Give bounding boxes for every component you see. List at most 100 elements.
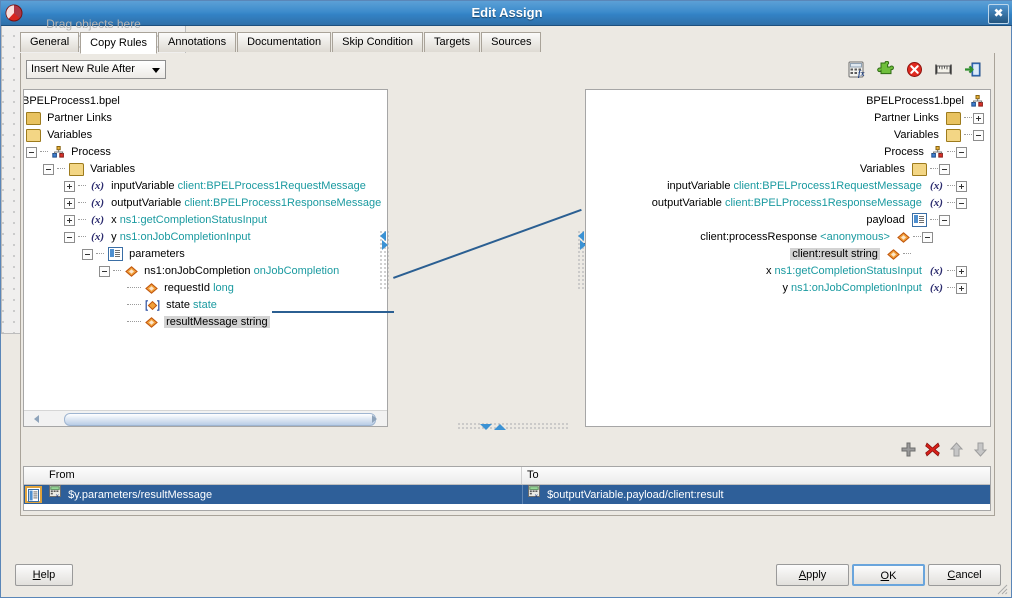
collapse-toggle-icon[interactable] xyxy=(64,231,75,243)
element-icon xyxy=(125,265,138,277)
tree-node-label: x xyxy=(111,214,117,226)
expression-builder-icon[interactable]: fx xyxy=(847,61,866,78)
tree-node-label: Process xyxy=(884,146,924,158)
expand-toggle-icon[interactable] xyxy=(64,197,75,209)
folder-open-icon xyxy=(945,128,961,142)
insert-rule-mode-label: Insert New Rule After xyxy=(31,63,135,75)
tab-targets[interactable]: Targets xyxy=(424,32,481,52)
tree-node-label: BPELProcess1.bpel xyxy=(23,95,120,107)
scrollbar-thumb[interactable] xyxy=(64,413,376,426)
variable-icon: (x) xyxy=(930,265,943,278)
tree-node-label[interactable]: resultMessage string xyxy=(164,316,270,328)
tree-node-label: payload xyxy=(866,214,905,226)
apply-button-label: pply xyxy=(806,569,827,581)
tab-skip-condition[interactable]: Skip Condition xyxy=(332,32,424,52)
tree-node-label: state xyxy=(166,299,190,311)
tree-node: (x) outputVariable client:BPELProcess1Re… xyxy=(64,195,381,211)
insert-rule-mode-select[interactable]: Insert New Rule After xyxy=(26,60,166,79)
tree-node-label: parameters xyxy=(129,248,185,260)
collapse-toggle-icon[interactable] xyxy=(82,248,93,260)
scroll-right-icon[interactable] xyxy=(372,415,377,423)
move-up-button[interactable] xyxy=(948,441,965,458)
cancel-button[interactable]: Cancel xyxy=(928,564,1001,586)
tree-node: Variables xyxy=(43,161,135,177)
drop-canvas-placeholder: Drag objects here xyxy=(46,17,141,31)
ok-button[interactable]: OK xyxy=(852,564,925,586)
element-icon xyxy=(897,231,910,243)
tree-node-type: ns1:getCompletionStatusInput xyxy=(119,214,268,226)
tree-node: BPELProcess1.bpel xyxy=(23,93,120,109)
resize-grip-icon[interactable] xyxy=(996,583,1008,595)
ruler-icon[interactable] xyxy=(934,61,953,78)
chevron-down-icon xyxy=(152,68,160,73)
tab-copy-rules[interactable]: Copy Rules xyxy=(80,32,157,54)
move-down-button[interactable] xyxy=(972,441,989,458)
attribute-icon xyxy=(145,299,160,311)
close-icon[interactable]: ✖ xyxy=(988,4,1009,24)
collapse-toggle-icon[interactable] xyxy=(956,197,967,209)
expand-toggle-icon[interactable] xyxy=(973,112,984,124)
delete-icon[interactable] xyxy=(905,61,924,78)
variable-icon: (x) xyxy=(930,197,943,210)
collapse-toggle-icon[interactable] xyxy=(26,146,37,158)
tree-node-type: ns1:getCompletionStatusInput xyxy=(774,265,922,277)
tree-node-type: client:BPELProcess1ResponseMessage xyxy=(724,197,922,209)
tree-node-type: state xyxy=(193,299,217,311)
expand-toggle-icon[interactable] xyxy=(956,282,967,294)
tree-node-label[interactable]: client:result string xyxy=(790,248,880,260)
tree-node-type: client:BPELProcess1ResponseMessage xyxy=(184,197,382,209)
collapse-toggle-icon[interactable] xyxy=(99,265,110,277)
extension-function-icon[interactable] xyxy=(876,60,895,78)
variable-icon: (x) xyxy=(91,214,104,227)
variable-icon: (x) xyxy=(930,282,943,295)
left-panel-splitter[interactable] xyxy=(380,231,389,291)
copy-rule-connector-left xyxy=(272,311,394,313)
tree-node: (x) x ns1:getCompletionStatusInput xyxy=(64,212,267,228)
process-icon xyxy=(52,146,65,158)
tree-node: Variables xyxy=(894,127,984,143)
expand-toggle-icon[interactable] xyxy=(64,180,75,192)
collapse-toggle-icon[interactable] xyxy=(973,129,984,141)
tree-node: requestId long xyxy=(127,280,234,296)
tree-node-label: outputVariable xyxy=(651,197,722,209)
tab-documentation[interactable]: Documentation xyxy=(237,32,332,52)
canvas-bottom-splitter[interactable] xyxy=(458,423,568,431)
collapse-toggle-icon[interactable] xyxy=(956,146,967,158)
tree-node: Variables xyxy=(26,127,92,143)
table-header: From To xyxy=(24,467,990,485)
tree-node-type: ns1:onJobCompletionInput xyxy=(791,282,922,294)
source-tree-hscrollbar[interactable] xyxy=(24,410,387,426)
tree-node-label: BPELProcess1.bpel xyxy=(866,95,964,107)
add-rule-button[interactable] xyxy=(900,441,917,458)
tree-node-label: Variables xyxy=(47,129,93,141)
column-header-from[interactable]: From xyxy=(44,467,522,484)
copy-rules-table[interactable]: From To x $y.parameters/resultMessage x … xyxy=(23,466,991,511)
collapse-toggle-icon[interactable] xyxy=(922,231,933,243)
folder-icon xyxy=(26,111,41,125)
target-tree-panel[interactable]: BPELProcess1.bpel Partner Links Variable… xyxy=(585,89,991,427)
tree-node-label: y xyxy=(782,282,788,294)
expand-toggle-icon[interactable] xyxy=(956,180,967,192)
collapse-toggle-icon[interactable] xyxy=(43,163,54,175)
row-selector-icon[interactable] xyxy=(25,486,42,503)
tab-bar: General Copy Rules Annotations Documenta… xyxy=(20,32,995,54)
column-header-to[interactable]: To xyxy=(522,467,990,484)
apply-button[interactable]: Apply xyxy=(776,564,849,586)
variable-icon: (x) xyxy=(91,231,104,244)
export-icon[interactable] xyxy=(963,61,982,78)
tree-node-label: Variables xyxy=(90,163,136,175)
tree-node: parameters xyxy=(82,246,185,262)
collapse-toggle-icon[interactable] xyxy=(939,163,950,175)
tab-sources[interactable]: Sources xyxy=(481,32,542,52)
delete-rule-button[interactable] xyxy=(924,441,941,458)
tab-annotations[interactable]: Annotations xyxy=(158,32,237,52)
table-row[interactable]: x $y.parameters/resultMessage x $outputV… xyxy=(24,485,990,504)
help-button[interactable]: Help xyxy=(15,564,73,586)
expand-toggle-icon[interactable] xyxy=(64,214,75,226)
collapse-toggle-icon[interactable] xyxy=(939,214,950,226)
expand-toggle-icon[interactable] xyxy=(956,265,967,277)
tab-general[interactable]: General xyxy=(20,32,80,52)
scroll-left-icon[interactable] xyxy=(34,415,39,423)
source-tree-panel[interactable]: BPELProcess1.bpel Partner Links Variable… xyxy=(23,89,388,427)
tree-node-selected: resultMessage string xyxy=(127,314,270,330)
